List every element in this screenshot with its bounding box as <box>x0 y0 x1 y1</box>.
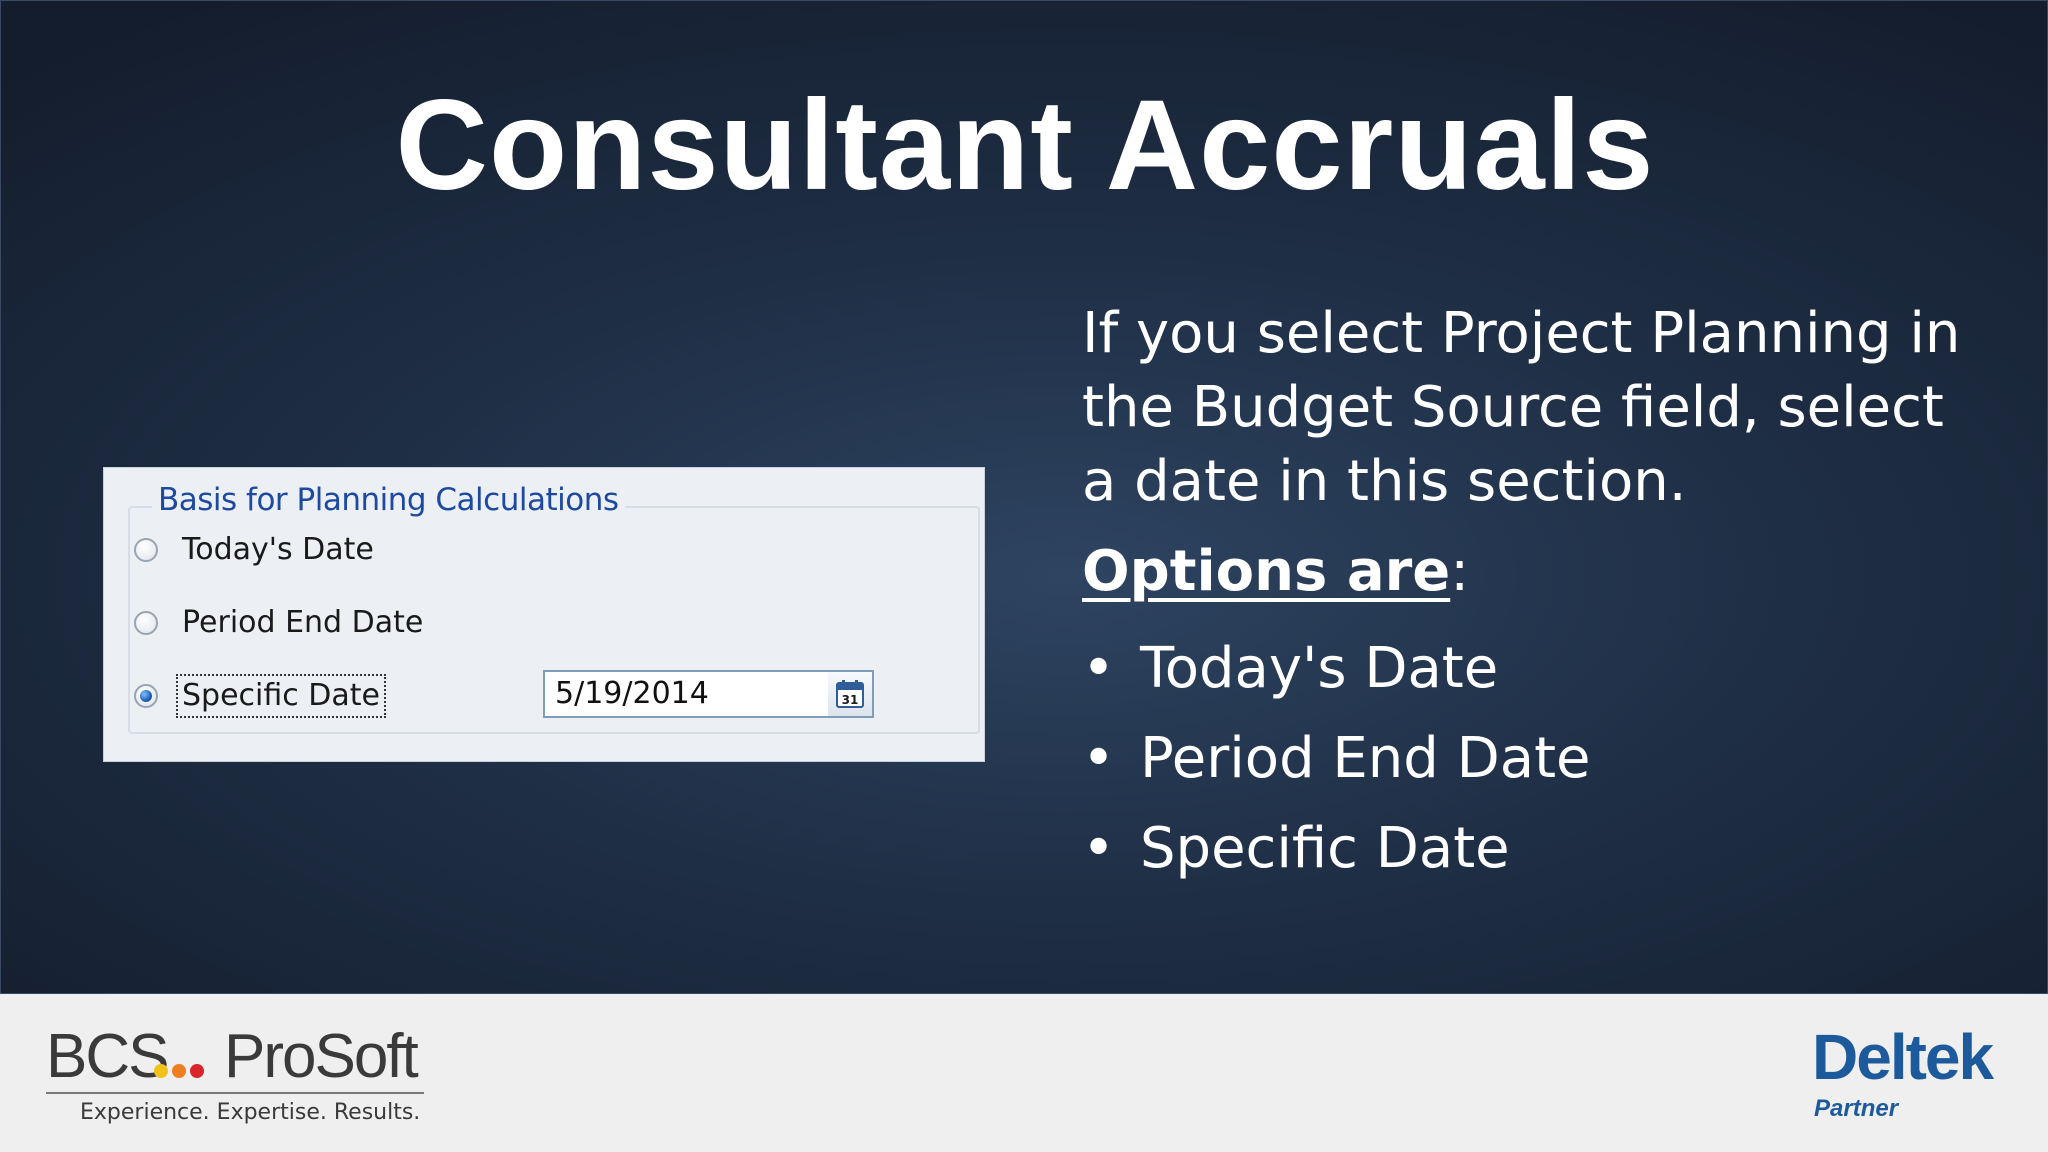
specific-date-input[interactable]: 5/19/2014 <box>543 670 831 718</box>
options-heading-label: Options are <box>1082 539 1451 604</box>
radio-button-icon[interactable] <box>134 611 158 635</box>
planning-basis-dialog: Basis for Planning Calculations Today's … <box>103 467 985 762</box>
deltek-logo-name: Deltek <box>1812 1021 1994 1093</box>
bcs-logo-left: BCS <box>46 1022 169 1091</box>
slide-area: Consultant Accruals Basis for Planning C… <box>0 0 2048 994</box>
logo-dots-icon <box>154 1064 204 1078</box>
radio-label[interactable]: Today's Date <box>176 528 380 572</box>
radio-button-icon[interactable] <box>134 538 158 562</box>
radio-specific-date[interactable]: Specific Date <box>134 674 387 718</box>
bcs-logo-right: ProSoft <box>224 1022 419 1091</box>
calendar-button[interactable]: 31 <box>828 670 874 718</box>
slide-body-text: If you select Project Planning in the Bu… <box>1082 301 1961 514</box>
radio-todays-date[interactable]: Today's Date <box>134 528 380 572</box>
list-item: • Period End Date <box>1082 713 1591 803</box>
deltek-partner-logo: Deltek Partner <box>1798 1022 1998 1132</box>
list-item: • Specific Date <box>1082 803 1591 893</box>
options-heading: Options are: <box>1082 535 1469 609</box>
options-heading-colon: : <box>1450 539 1470 604</box>
bcs-tagline: Experience. Expertise. Results. <box>80 1100 421 1125</box>
deltek-logo-sub: Partner <box>1814 1095 1899 1122</box>
calendar-day-label: 31 <box>842 693 859 707</box>
logo-dot-orange <box>172 1064 186 1078</box>
radio-label[interactable]: Specific Date <box>176 674 387 718</box>
bullet-icon: • <box>1082 635 1116 701</box>
slide-title: Consultant Accruals <box>395 74 1655 217</box>
radio-period-end-date[interactable]: Period End Date <box>134 601 429 645</box>
radio-button-selected-icon[interactable] <box>134 684 158 708</box>
options-list: • Today's Date • Period End Date • Specific… <box>1082 623 1591 893</box>
bullet-icon: • <box>1082 725 1116 791</box>
group-title: Basis for Planning Calculations <box>152 478 625 522</box>
calendar-icon[interactable]: 31 <box>835 679 865 709</box>
logo-dot-red <box>190 1064 204 1078</box>
logo-dot-yellow <box>154 1064 168 1078</box>
list-item: • Today's Date <box>1082 623 1591 713</box>
option-label: Specific Date <box>1140 815 1510 881</box>
radio-label[interactable]: Period End Date <box>176 601 429 645</box>
logo-divider <box>46 1092 424 1094</box>
option-label: Period End Date <box>1140 725 1591 791</box>
option-label: Today's Date <box>1140 635 1499 701</box>
bullet-icon: • <box>1082 815 1116 881</box>
footer-bar: BCS ProSoft Experience. Expertise. Resul… <box>0 994 2048 1152</box>
bcs-prosoft-logo: BCS ProSoft Experience. Expertise. Resul… <box>46 1022 446 1125</box>
